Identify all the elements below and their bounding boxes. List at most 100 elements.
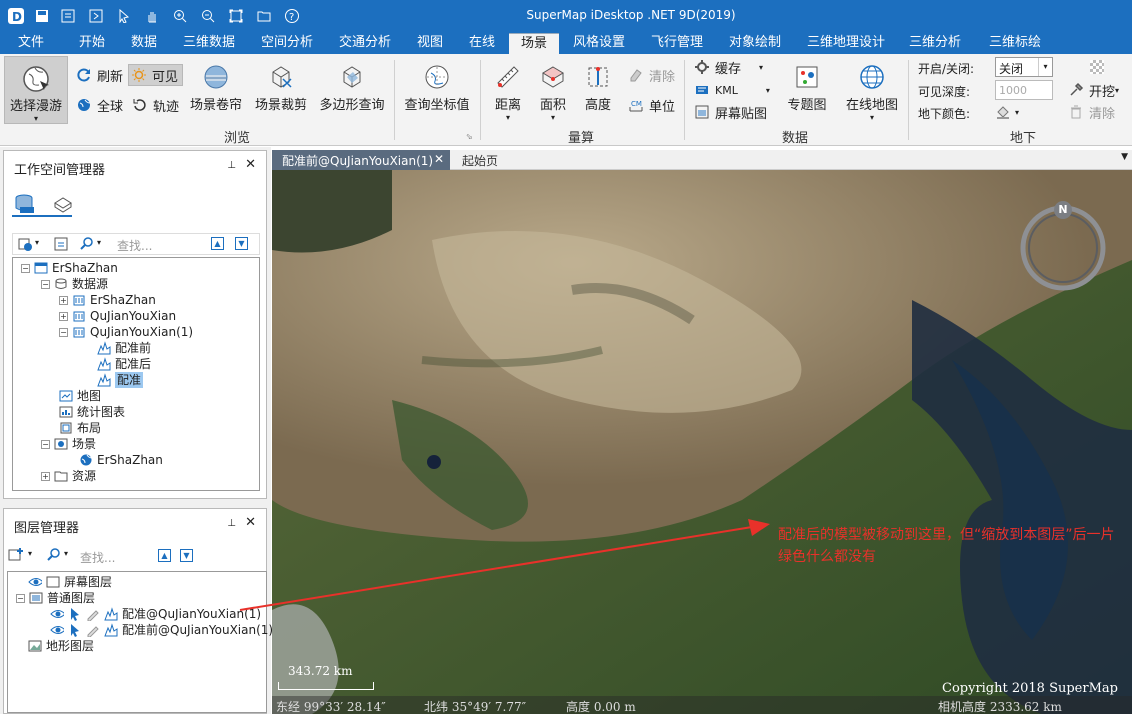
- onoff-select[interactable]: 关闭 ▾: [995, 57, 1053, 77]
- expand-icon[interactable]: +: [59, 311, 68, 321]
- tree-node-datasource[interactable]: + ErShaZhan: [59, 292, 156, 308]
- trace-button[interactable]: 轨迹: [130, 94, 179, 116]
- search-icon[interactable]: [79, 236, 95, 255]
- collapse-icon[interactable]: −: [59, 327, 68, 337]
- tab-traffic-analysis[interactable]: 交通分析: [332, 33, 398, 54]
- up-arrow-icon[interactable]: ▲: [158, 549, 171, 562]
- open-workspace-icon[interactable]: [17, 236, 33, 255]
- height-button[interactable]: 高度: [578, 60, 618, 113]
- doc-tab-active[interactable]: 配准前@QuJianYouXian(1) ✕: [272, 150, 450, 170]
- down-arrow-icon[interactable]: ▼: [180, 549, 193, 562]
- tab-object-draw[interactable]: 对象绘制: [722, 33, 788, 54]
- tab-start[interactable]: 开始: [70, 33, 114, 54]
- scene-view[interactable]: N 343.72 km Copyright 2018 SuperMap 东经 9…: [272, 170, 1132, 714]
- polygon-query-button[interactable]: 多边形查询: [318, 60, 386, 113]
- area-button[interactable]: 面积 ▾: [533, 60, 573, 122]
- unit-button[interactable]: CM 单位: [626, 94, 675, 116]
- tree-node-charts[interactable]: 统计图表: [59, 404, 125, 420]
- tab-online[interactable]: 在线: [460, 33, 504, 54]
- close-icon[interactable]: ✕: [245, 515, 256, 530]
- tab-style-settings[interactable]: 风格设置: [566, 33, 632, 54]
- tab-scene[interactable]: 场景: [509, 33, 559, 54]
- scene-curtain-button[interactable]: 场景卷帘: [188, 60, 244, 113]
- tab-3d-geodesign[interactable]: 三维地理设计: [800, 33, 892, 54]
- tab-flight[interactable]: 飞行管理: [644, 33, 710, 54]
- pin-icon[interactable]: ⊥: [227, 518, 236, 529]
- distance-button[interactable]: 距离 ▾: [488, 60, 528, 122]
- tree-node-datasource[interactable]: + QuJianYouXian: [59, 308, 176, 324]
- chevron-down-icon[interactable]: ▾: [35, 238, 39, 247]
- workspace-search-input[interactable]: 查找...: [117, 237, 152, 254]
- dialog-launcher-icon[interactable]: ⬂: [466, 132, 473, 141]
- save-workspace-icon[interactable]: [53, 236, 69, 255]
- chevron-down-icon[interactable]: ▾: [64, 549, 68, 558]
- select-roam-button[interactable]: 选择漫游 ▾: [4, 56, 68, 124]
- expand-icon[interactable]: +: [41, 471, 50, 481]
- query-coord-button[interactable]: 查询坐标值: [402, 60, 472, 113]
- tab-view[interactable]: 视图: [408, 33, 452, 54]
- measure-clear-button[interactable]: 清除: [626, 64, 675, 86]
- tree-node-resources[interactable]: + 资源: [41, 468, 96, 484]
- tab-3d-analysis[interactable]: 三维分析: [902, 33, 968, 54]
- kml-button[interactable]: KML ▾: [692, 79, 770, 101]
- tree-node-scenes[interactable]: − 场景: [41, 436, 96, 452]
- expand-icon[interactable]: +: [59, 295, 68, 305]
- eye-icon[interactable]: [50, 607, 64, 621]
- edit-lock-icon[interactable]: [86, 623, 100, 637]
- grid-icon[interactable]: [1090, 60, 1104, 74]
- layer-node-screen[interactable]: 屏幕图层: [28, 574, 112, 590]
- tree-node-workspace[interactable]: − ErShaZhan: [21, 260, 118, 276]
- visible-button[interactable]: 可见: [128, 64, 184, 86]
- close-icon[interactable]: ✕: [434, 152, 444, 166]
- tree-node-layouts[interactable]: 布局: [59, 420, 101, 436]
- tree-node-maps[interactable]: 地图: [59, 388, 101, 404]
- tab-file[interactable]: 文件: [8, 33, 54, 54]
- layer-node-terrain[interactable]: 地形图层: [28, 638, 94, 654]
- depth-input[interactable]: 1000: [995, 80, 1053, 100]
- tree-node-dataset-selected[interactable]: 配准: [97, 372, 144, 388]
- tab-data[interactable]: 数据: [122, 33, 166, 54]
- tree-node-dataset[interactable]: 配准前: [97, 340, 151, 356]
- add-layer-icon[interactable]: [8, 547, 24, 566]
- pin-icon[interactable]: ⊥: [227, 160, 236, 171]
- globe-button[interactable]: 全球: [74, 94, 123, 116]
- chevron-down-icon[interactable]: ▾: [28, 549, 32, 558]
- compass-widget[interactable]: N: [1019, 201, 1107, 292]
- layer-node-before[interactable]: 配准前@QuJianYouXian(1): [50, 622, 273, 638]
- edit-lock-icon[interactable]: [86, 607, 100, 621]
- cache-button[interactable]: 缓存 ▾: [692, 56, 763, 78]
- tree-node-datasource[interactable]: − QuJianYouXian(1): [59, 324, 193, 340]
- chevron-down-icon[interactable]: ▾: [97, 238, 101, 247]
- selectable-arrow-icon[interactable]: [68, 623, 82, 637]
- collapse-icon[interactable]: −: [41, 439, 50, 449]
- doc-tab-start[interactable]: 起始页: [462, 152, 498, 169]
- tab-3d-plotting[interactable]: 三维标绘: [980, 33, 1050, 54]
- eye-icon[interactable]: [50, 623, 64, 637]
- layer-search-input[interactable]: 查找...: [80, 549, 115, 566]
- collapse-icon[interactable]: −: [21, 263, 30, 273]
- layer-node-normal[interactable]: − 普通图层: [16, 590, 95, 606]
- tree-node-dataset[interactable]: 配准后: [97, 356, 151, 372]
- dig-button[interactable]: 开挖 ▾: [1066, 79, 1119, 101]
- refresh-button[interactable]: 刷新: [74, 64, 123, 86]
- tab-spatial-analysis[interactable]: 空间分析: [254, 33, 320, 54]
- underground-color-picker[interactable]: ▾: [995, 103, 1025, 121]
- up-arrow-icon[interactable]: ▲: [211, 237, 224, 250]
- selectable-arrow-icon[interactable]: [68, 607, 82, 621]
- tree-node-datasources[interactable]: − 数据源: [41, 276, 108, 292]
- scene-clip-button[interactable]: 场景裁剪: [253, 60, 309, 113]
- search-icon[interactable]: [46, 547, 62, 566]
- tree-node-scene[interactable]: ErShaZhan: [79, 452, 163, 468]
- collapse-icon[interactable]: −: [16, 593, 25, 603]
- online-map-button[interactable]: 在线地图 ▾: [842, 60, 902, 122]
- eye-icon[interactable]: [28, 575, 42, 589]
- layer-node-registered[interactable]: 配准@QuJianYouXian(1): [50, 606, 261, 622]
- underground-clear-button[interactable]: 清除: [1066, 101, 1115, 123]
- down-arrow-icon[interactable]: ▼: [235, 237, 248, 250]
- tab-list-icon[interactable]: ▼: [1121, 152, 1128, 162]
- thematic-map-button[interactable]: 专题图: [782, 60, 832, 113]
- collapse-icon[interactable]: −: [41, 279, 50, 289]
- close-icon[interactable]: ✕: [245, 157, 256, 172]
- tab-3d-data[interactable]: 三维数据: [176, 33, 242, 54]
- screen-paste-button[interactable]: 屏幕贴图: [692, 101, 767, 123]
